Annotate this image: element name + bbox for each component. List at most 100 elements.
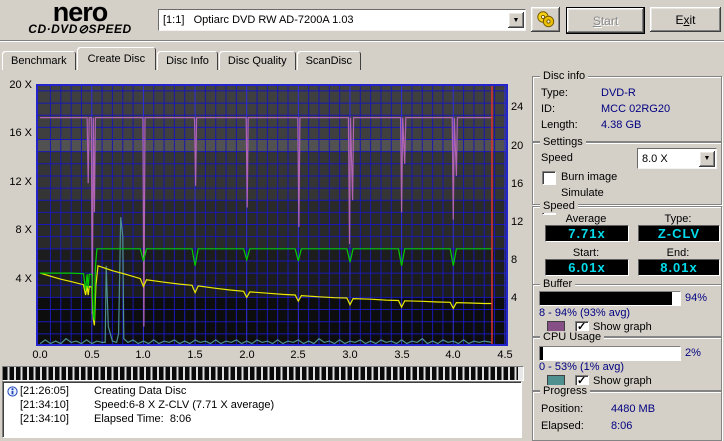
status-log: [21:26:05] Creating Data Disc [21:34:10]…	[2, 381, 522, 438]
x-axis-label: 4.5	[497, 349, 513, 361]
x-axis-label: 1.5	[187, 349, 203, 361]
start-speed-display: 6.01x	[545, 259, 629, 276]
group-title: Progress	[540, 385, 591, 398]
disc-id-value: MCC 02RG20	[601, 103, 671, 115]
start-button[interactable]: Start	[566, 7, 645, 34]
right-axis-label: 16	[511, 178, 524, 190]
tab-bar: Benchmark Create Disc Disc Info Disc Qua…	[2, 46, 362, 70]
type-label: Type:	[664, 213, 692, 225]
speed-type-display: Z-CLV	[638, 225, 720, 242]
group-title: Buffer	[540, 278, 576, 291]
log-message: Creating Data Disc	[94, 385, 187, 397]
position-value: 4480 MB	[611, 403, 656, 415]
cpu-percent: 2%	[685, 347, 701, 359]
discs-icon	[536, 11, 554, 28]
speed-select-dropdown-button[interactable]: ▼	[699, 150, 715, 167]
elapsed-value: 8:06	[611, 420, 633, 432]
tab-create-disc[interactable]: Create Disc	[76, 47, 157, 70]
burn-image-label: Burn image	[561, 171, 618, 183]
nero-cd-dvd-speed-window: nero CD·DVD⊘SPEED [1:1] Optiarc DVD RW A…	[0, 0, 724, 441]
simulate-label: Simulate	[561, 187, 604, 199]
buffer-percent: 94%	[685, 292, 708, 304]
log-message: Speed:6-8 X Z-CLV (7.71 X average)	[94, 399, 275, 411]
disc-id-label: ID:	[541, 103, 556, 115]
exit-button-label: E	[675, 12, 684, 27]
written-data-bar	[2, 366, 524, 381]
right-axis-label: 4	[511, 292, 518, 304]
log-line: [21:26:05] Creating Data Disc	[5, 384, 521, 398]
cpu-progress-bar	[539, 346, 681, 361]
average-label: Average	[565, 213, 607, 225]
exit-button[interactable]: Exit	[650, 7, 721, 32]
x-axis-label: 3.0	[342, 349, 358, 361]
disc-type-label: Type:	[541, 87, 568, 99]
speed-setting-label: Speed	[541, 152, 573, 164]
y-axis-label: 20 X	[9, 79, 32, 91]
end-speed-display: 8.01x	[638, 259, 720, 276]
group-title: Disc info	[540, 70, 589, 83]
burn-image-checkbox[interactable]	[542, 171, 556, 185]
tab-benchmark[interactable]: Benchmark	[2, 51, 76, 70]
log-timestamp: [21:34:10]	[20, 413, 69, 425]
group-title: CPU Usage	[540, 331, 605, 344]
info-icon	[5, 385, 20, 397]
cpu-usage-group: CPU Usage 2% 0 - 53% (1% avg) Show graph	[532, 331, 722, 391]
y-axis-label: 8 X	[15, 224, 32, 236]
tab-disc-info[interactable]: Disc Info	[157, 51, 218, 70]
log-line: [21:34:10] Speed:6-8 X Z-CLV (7.71 X ave…	[5, 398, 521, 412]
chevron-down-icon: ▼	[512, 16, 520, 24]
right-axis-label: 12	[511, 216, 524, 228]
plot-area	[36, 84, 508, 346]
elapsed-label: Elapsed:	[541, 420, 584, 432]
x-axis-label: 2.5	[290, 349, 306, 361]
right-axis-label: 24	[511, 101, 524, 113]
x-axis-label: 1.0	[135, 349, 151, 361]
log-line: [21:34:10] Elapsed Time: 8:06	[5, 412, 521, 426]
chevron-down-icon: ▼	[703, 155, 711, 162]
end-speed-label: End:	[666, 247, 690, 259]
speed-select[interactable]: 8.0 X ▼	[637, 148, 717, 169]
disc-info-group: Disc info Type: DVD-R ID: MCC 02RG20 Len…	[532, 70, 722, 142]
cpu-progress-fill	[540, 347, 543, 360]
disc-length-value: 4.38 GB	[601, 119, 642, 131]
right-axis-label: 20	[511, 140, 524, 152]
buffer-progress-fill	[540, 292, 672, 305]
y-axis-label: 12 X	[9, 176, 32, 188]
buffer-group: Buffer 94% 8 - 94% (93% avg) Show graph	[532, 278, 722, 337]
cpu-show-graph-label: Show graph	[593, 375, 652, 387]
x-axis-label: 3.5	[394, 349, 410, 361]
right-axis-label: 8	[511, 254, 518, 266]
group-title: Speed	[540, 200, 578, 213]
position-label: Position:	[541, 403, 584, 415]
start-speed-label: Start:	[572, 247, 600, 259]
header-divider	[0, 40, 724, 42]
average-speed-display: 7.71x	[545, 225, 629, 242]
start-button-label: S	[592, 13, 601, 28]
cpu-range-text: 0 - 53% (1% avg)	[539, 361, 624, 373]
cd-dvd-speed-logo-text: CD·DVD⊘SPEED	[28, 22, 132, 36]
nero-logo-text: nero	[52, 0, 109, 27]
x-axis-label: 0.5	[84, 349, 100, 361]
buffer-progress-bar	[539, 291, 681, 306]
drive-select-value: [1:1] Optiarc DVD RW AD-7200A 1.03	[163, 14, 354, 26]
speed-chart: 20 X 16 X 12 X 8 X 4 X 24 20 16 12 8 4 0…	[0, 74, 530, 366]
x-axis-label: 2.0	[239, 349, 255, 361]
group-title: Settings	[540, 136, 586, 149]
y-axis-label: 4 X	[15, 273, 32, 285]
speed-select-value: 8.0 X	[642, 152, 668, 165]
drive-select[interactable]: [1:1] Optiarc DVD RW AD-7200A 1.03 ▼	[158, 9, 526, 31]
tab-disc-quality[interactable]: Disc Quality	[218, 51, 296, 70]
progress-group: Progress Position: 4480 MB Elapsed: 8:06	[532, 385, 722, 441]
log-message: Elapsed Time: 8:06	[94, 413, 192, 425]
drive-select-dropdown-button[interactable]: ▼	[508, 12, 524, 28]
written-data-bar-fill	[3, 367, 518, 380]
speed-group: Speed Average Type: 7.71x Z-CLV Start: E…	[532, 200, 722, 285]
log-timestamp: [21:26:05]	[20, 385, 69, 397]
plot-canvas	[36, 84, 508, 346]
tab-scandisc[interactable]: ScanDisc	[296, 51, 362, 70]
x-axis-label: 0.0	[32, 349, 48, 361]
disc-options-button[interactable]	[531, 7, 560, 32]
disc-type-value: DVD-R	[601, 87, 636, 99]
y-axis-label: 16 X	[9, 127, 32, 139]
x-axis-label: 4.0	[445, 349, 461, 361]
